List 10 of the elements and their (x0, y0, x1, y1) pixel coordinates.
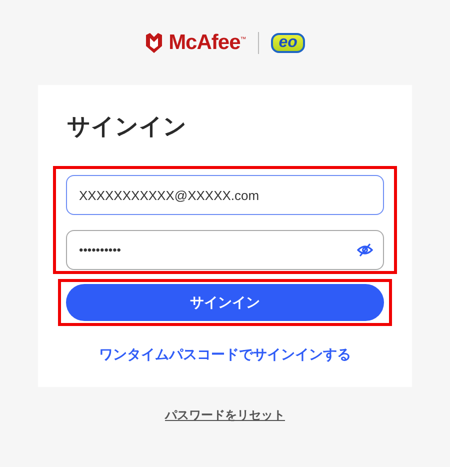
email-field[interactable]: XXXXXXXXXXX@XXXXX.com (66, 175, 384, 215)
hidden-eye-icon[interactable] (357, 243, 373, 257)
partner-logo: eo (270, 32, 306, 52)
reset-password-link[interactable]: パスワードをリセット (165, 407, 285, 424)
shield-icon (144, 32, 163, 52)
signin-button[interactable]: サインイン (66, 284, 384, 321)
brand-logo: McAfee$^{™}$ (168, 30, 246, 54)
otp-signin-link[interactable]: ワンタイムパスコードでサインインする (53, 346, 397, 364)
password-field[interactable]: •••••••••• (66, 230, 384, 270)
signin-title: サインイン (67, 112, 188, 141)
